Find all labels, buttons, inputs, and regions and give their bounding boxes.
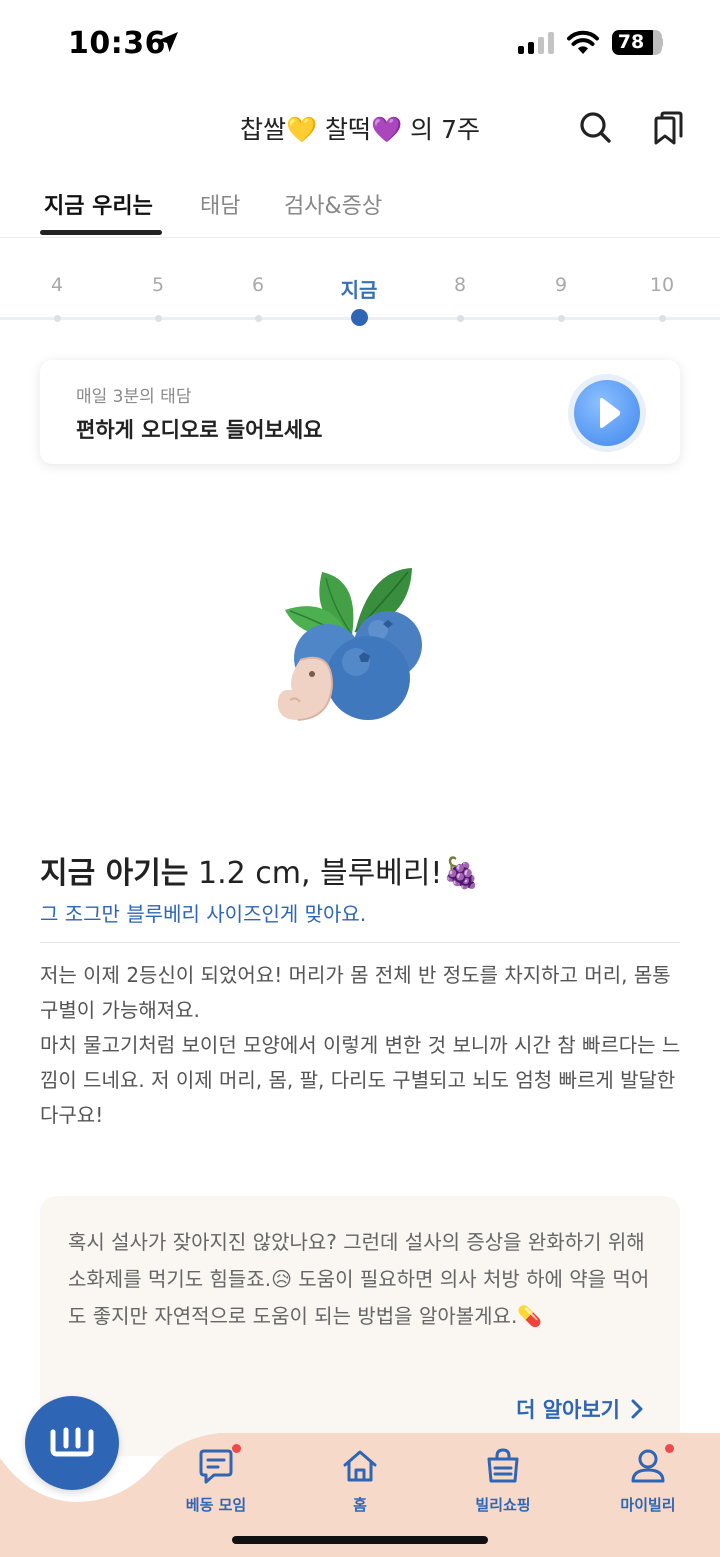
- community-icon: [50, 1427, 94, 1457]
- baby-size-value: 1.2 cm, 블루베리!🍇: [188, 856, 480, 891]
- profile-icon: [631, 1449, 665, 1483]
- baby-description: 저는 이제 2등신이 되었어요! 머리가 몸 전체 반 정도를 차지하고 머리,…: [40, 963, 681, 1127]
- week-item[interactable]: 6: [228, 274, 288, 296]
- wifi-icon: [567, 30, 599, 54]
- baby-size-title-bold: 지금 아기는: [40, 856, 189, 891]
- nav-item-shopping[interactable]: 빌리쇼핑: [448, 1446, 558, 1515]
- bookmark-stack-icon: [654, 111, 683, 145]
- tab-bar: 지금 우리는 태담 검사&증상: [0, 180, 720, 238]
- nav-label: 마이빌리: [620, 1496, 676, 1514]
- nav-label: 빌리쇼핑: [475, 1496, 531, 1514]
- chat-icon: [199, 1449, 233, 1484]
- week-item[interactable]: 10: [632, 274, 692, 296]
- week-dot: [558, 315, 565, 322]
- nav-label: 베동 모임: [185, 1496, 247, 1514]
- baby-size-subtitle: 그 조그만 블루베리 사이즈인게 맞아요.: [40, 902, 367, 926]
- week-dot: [457, 315, 464, 322]
- audio-card-subtitle: 매일 3분의 태담: [76, 387, 192, 407]
- battery-icon: 78: [612, 30, 663, 55]
- section-divider: [40, 942, 680, 943]
- week-item[interactable]: 8: [430, 274, 490, 296]
- location-arrow-icon: [158, 32, 178, 52]
- week-dot: [54, 315, 61, 322]
- home-icon: [343, 1450, 377, 1482]
- week-dot-current: [351, 309, 368, 326]
- community-fab-button[interactable]: [25, 1396, 119, 1490]
- battery-level: 78: [617, 31, 645, 53]
- week-dot: [155, 315, 162, 322]
- week-item[interactable]: 5: [128, 274, 188, 296]
- status-bar: 10:36 78: [0, 0, 720, 86]
- week-item[interactable]: 9: [531, 274, 591, 296]
- tip-text: 혹시 설사가 잦아지진 않았나요? 그런데 설사의 증상을 완화하기 위해 소화…: [68, 1230, 650, 1328]
- week-dot: [659, 315, 666, 322]
- notification-badge: [232, 1444, 241, 1453]
- header: 찹쌀💛 찰떡💜 의 7주: [0, 96, 720, 160]
- blueberry-embryo-illustration: [277, 568, 422, 721]
- nav-item-community[interactable]: 베동 모임: [161, 1444, 271, 1515]
- cellular-signal-icon: [518, 32, 554, 54]
- tab-prenatal-talk[interactable]: 태담: [200, 188, 240, 220]
- search-icon: [580, 112, 611, 143]
- week-item-current[interactable]: 지금: [329, 274, 389, 303]
- week-dot: [255, 315, 262, 322]
- home-indicator[interactable]: [232, 1536, 488, 1544]
- nav-item-home[interactable]: 홈: [305, 1446, 415, 1515]
- bookmarks-button[interactable]: [648, 108, 688, 148]
- search-button[interactable]: [576, 108, 616, 148]
- week-selector: 4 5 6 지금 8 9 10: [0, 262, 720, 332]
- play-audio-button[interactable]: [568, 374, 646, 452]
- tab-now[interactable]: 지금 우리는: [44, 188, 153, 220]
- shopping-bag-icon: [487, 1448, 519, 1483]
- baby-size-title: 지금 아기는 1.2 cm, 블루베리!🍇: [40, 848, 480, 892]
- status-time: 10:36: [68, 26, 166, 61]
- week-item[interactable]: 4: [27, 274, 87, 296]
- nav-item-my-page[interactable]: 마이빌리: [593, 1444, 703, 1515]
- tab-tests-symptoms[interactable]: 검사&증상: [284, 188, 382, 220]
- audio-talk-card[interactable]: 매일 3분의 태담 편하게 오디오로 들어보세요: [40, 360, 680, 464]
- active-tab-indicator: [40, 230, 162, 235]
- play-icon: [600, 398, 621, 428]
- audio-card-title: 편하게 오디오로 들어보세요: [76, 418, 323, 442]
- notification-badge: [665, 1444, 674, 1453]
- nav-label: 홈: [353, 1496, 367, 1514]
